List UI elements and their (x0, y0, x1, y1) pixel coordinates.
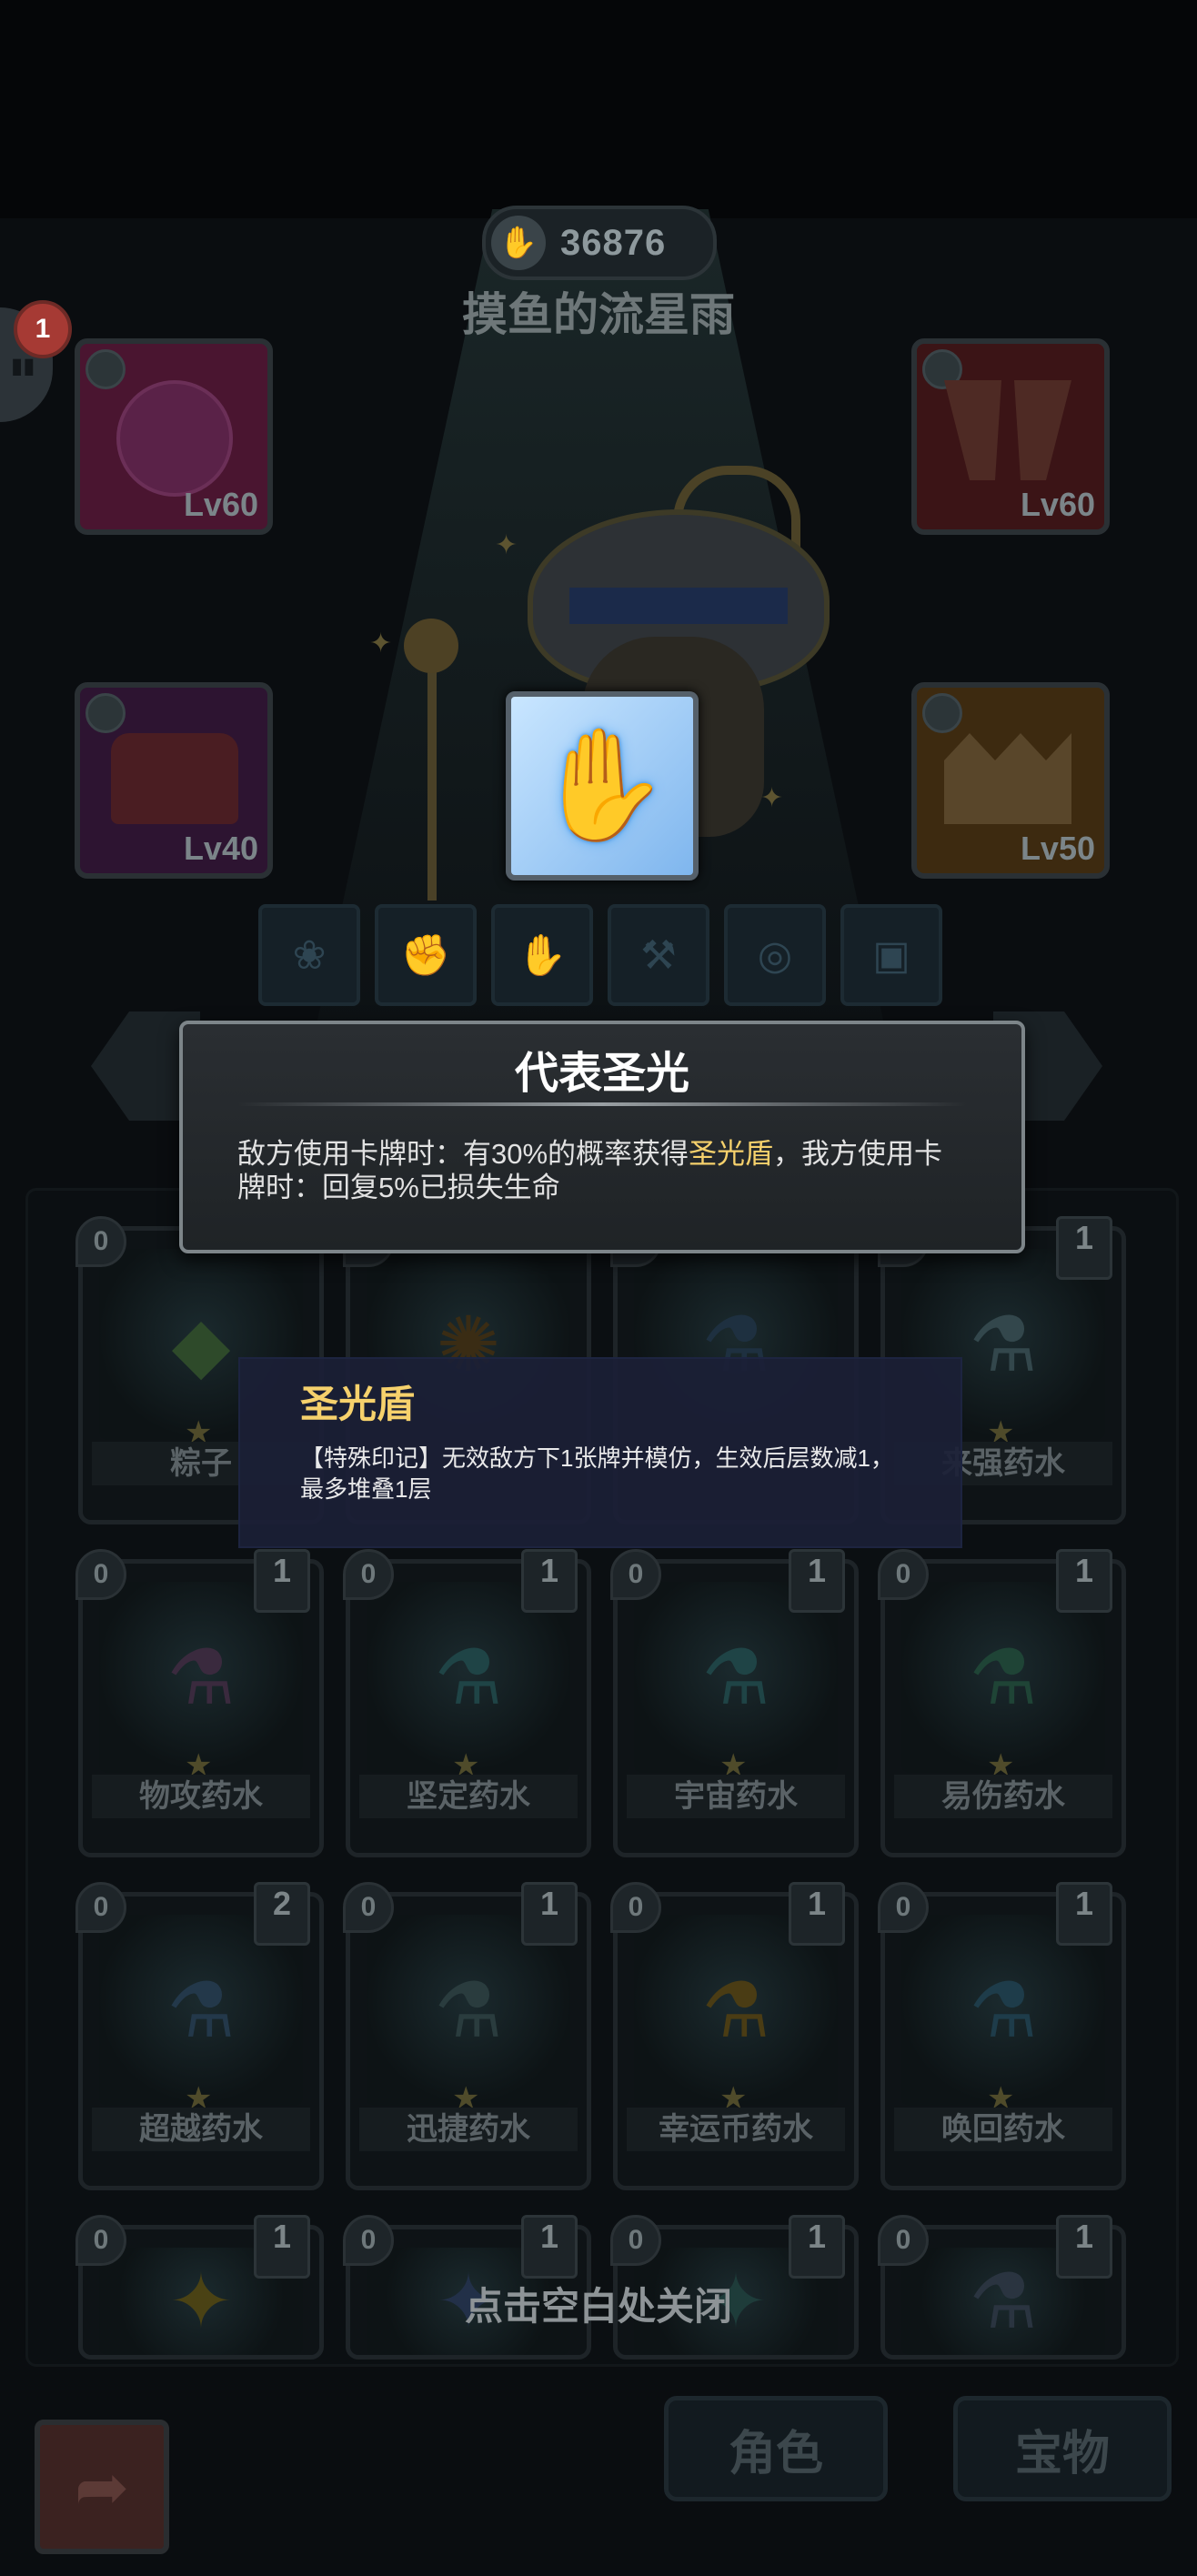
item-name: 迅捷药水 (359, 2108, 578, 2151)
skill-slot-2[interactable]: ✊ (375, 904, 477, 1006)
skill-icon: ✋ (517, 933, 568, 978)
item-count: 1 (254, 1549, 310, 1613)
tab-treasure[interactable]: 宝物 (953, 2396, 1172, 2501)
drop-badge: 0 (610, 2215, 661, 2266)
item-name: 宇宙药水 (627, 1775, 845, 1818)
player-name: 摸鱼的流星雨 (462, 289, 735, 340)
skill-icon: ❀ (292, 932, 327, 978)
equipment-slot-right-bottom[interactable]: Lv50 (911, 682, 1110, 879)
close-hint[interactable]: 点击空白处关闭 (0, 2276, 1197, 2331)
staff-orb (404, 619, 458, 673)
drop-badge: 0 (75, 1549, 126, 1600)
skill-tooltip-title: 代表圣光 (514, 1050, 689, 1098)
inventory-item[interactable]: ⚗ ★ 唤回药水 1 0 (878, 1882, 1126, 2190)
skill-slot-5[interactable]: ◎ (724, 904, 826, 1006)
drop-badge: 0 (610, 1549, 661, 1600)
skill-icon: ◎ (757, 932, 793, 978)
skill-icon: ▣ (872, 932, 910, 978)
inventory-item[interactable]: ⚗ ★ 坚定药水 1 0 (343, 1549, 591, 1857)
currency-display: ✋ 36876 (482, 206, 717, 280)
effect-tooltip-title: 圣光盾 (300, 1383, 416, 1425)
item-name: 幸运币药水 (627, 2108, 845, 2151)
drop-badge: 0 (343, 1549, 394, 1600)
sparkle-icon: ✦ (495, 530, 518, 560)
equipment-level: Lv50 (1020, 830, 1095, 867)
sparkle-icon: ✦ (369, 629, 393, 659)
currency-value: 36876 (560, 222, 667, 263)
boots-icon (111, 733, 238, 824)
drop-badge: 0 (878, 1882, 929, 1933)
item-name: 超越药水 (92, 2108, 310, 2151)
item-count: 1 (789, 1549, 845, 1613)
item-count: 1 (1056, 2215, 1112, 2279)
item-count: 1 (789, 2215, 845, 2279)
skill-card[interactable]: ✋ (506, 691, 699, 880)
skill-slot-6[interactable]: ▣ (840, 904, 942, 1006)
item-count: 1 (1056, 1882, 1112, 1946)
equipment-level: Lv60 (1020, 486, 1095, 523)
divider (237, 1102, 967, 1106)
effect-tooltip: 圣光盾 【特殊印记】无效敌方下1张牌并模仿，生效后层数减1，最多堆叠1层 (238, 1357, 962, 1548)
item-name: 坚定药水 (359, 1775, 578, 1818)
inventory-item[interactable]: ⚗ ★ 幸运币药水 1 0 (610, 1882, 859, 2190)
inventory-item[interactable]: ⚗ ★ 易伤药水 1 0 (878, 1549, 1126, 1857)
bracers-icon (944, 380, 1071, 480)
item-count: 1 (254, 2215, 310, 2279)
item-name: 唤回药水 (894, 2108, 1112, 2151)
item-name: 易伤药水 (894, 1775, 1112, 1818)
equipment-slot-left-top[interactable]: Lv60 (75, 338, 273, 535)
equipment-slot-right-top[interactable]: Lv60 (911, 338, 1110, 535)
skill-tooltip: 代表圣光 敌方使用卡牌时：有30%的概率获得圣光盾，我方使用卡牌时：回复5%已损… (179, 1021, 1025, 1253)
item-count: 1 (1056, 1216, 1112, 1280)
orb-icon (116, 380, 233, 497)
drop-badge: 0 (75, 2215, 126, 2266)
top-dark-band (0, 0, 1197, 218)
drop-badge: 0 (75, 1882, 126, 1933)
effect-tooltip-description: 【特殊印记】无效敌方下1张牌并模仿，生效后层数减1，最多堆叠1层 (300, 1444, 894, 1503)
item-count: 1 (521, 1882, 578, 1946)
sparkle-icon: ✦ (760, 783, 784, 813)
drop-badge: 0 (343, 2215, 394, 2266)
slot-type-icon (922, 693, 962, 733)
item-count: 1 (521, 2215, 578, 2279)
notification-badge: 1 (14, 300, 72, 358)
item-count: 1 (789, 1882, 845, 1946)
drop-badge: 0 (610, 1882, 661, 1933)
item-count: 1 (1056, 1549, 1112, 1613)
inventory-item[interactable]: ⚗ ★ 超越药水 2 0 (75, 1882, 324, 2190)
skill-slot-1[interactable]: ❀ (258, 904, 360, 1006)
item-count: 2 (254, 1882, 310, 1946)
desc-prefix: 敌方使用卡牌时：有30%的概率获得 (237, 1138, 689, 1170)
skill-icon: ✊ (400, 933, 451, 978)
skill-tooltip-description: 敌方使用卡牌时：有30%的概率获得圣光盾，我方使用卡牌时：回复5%已损失生命 (237, 1137, 967, 1204)
slot-type-icon (86, 349, 126, 389)
item-count: 1 (521, 1549, 578, 1613)
holy-hand-icon: ✋ (534, 724, 670, 846)
crown-icon (944, 733, 1071, 824)
equipment-slot-left-bottom[interactable]: Lv40 (75, 682, 273, 879)
inventory-item[interactable]: ⚗ ★ 迅捷药水 1 0 (343, 1882, 591, 2190)
equipment-level: Lv60 (183, 486, 258, 523)
item-name: 物攻药水 (92, 1775, 310, 1818)
avatar-face-icon: ▮▮ (11, 354, 35, 378)
inventory-item[interactable]: ⚗ ★ 物攻药水 1 0 (75, 1549, 324, 1857)
drop-badge: 0 (878, 1549, 929, 1600)
equipment-level: Lv40 (183, 830, 258, 867)
skill-slot-4[interactable]: ⚒ (608, 904, 709, 1006)
skill-icon: ⚒ (640, 932, 677, 978)
back-arrow-icon: ➦ (74, 2451, 130, 2524)
drop-badge: 0 (343, 1882, 394, 1933)
desc-highlight[interactable]: 圣光盾 (689, 1138, 773, 1170)
slot-type-icon (86, 693, 126, 733)
inventory-item[interactable]: ⚗ ★ 宇宙药水 1 0 (610, 1549, 859, 1857)
back-button[interactable]: ➦ (35, 2420, 169, 2554)
coin-icon: ✋ (491, 216, 546, 270)
drop-badge: 0 (878, 2215, 929, 2266)
skill-slot-3[interactable]: ✋ (491, 904, 593, 1006)
tab-character[interactable]: 角色 (664, 2396, 888, 2501)
drop-badge: 0 (75, 1216, 126, 1267)
